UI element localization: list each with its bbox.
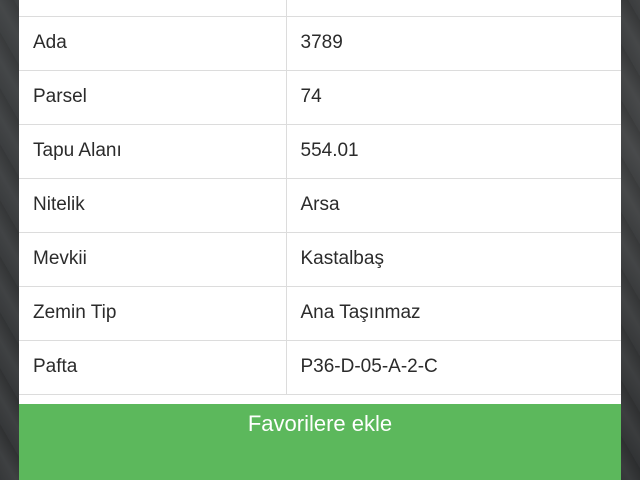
row-label-mevkii: Mevkii xyxy=(19,232,287,287)
table-row: Ada 3789 xyxy=(19,16,621,71)
table-row: Zemin Tip Ana Taşınmaz xyxy=(19,286,621,341)
table-row: Mevkii Kastalbaş xyxy=(19,232,621,287)
table-row: Parsel 74 xyxy=(19,70,621,125)
row-label-tapu-alani: Tapu Alanı xyxy=(19,124,287,179)
row-label-pafta: Pafta xyxy=(19,340,287,395)
table-row: Tapu Alanı 554.01 xyxy=(19,124,621,179)
row-value-parsel: 74 xyxy=(286,70,621,125)
row-label-nitelik: Nitelik xyxy=(19,178,287,233)
table-row: Nitelik Arsa xyxy=(19,178,621,233)
row-label-ada: Ada xyxy=(19,16,287,71)
row-label-zemin-tip: Zemin Tip xyxy=(19,286,287,341)
row-label xyxy=(19,0,287,17)
row-value-mevkii: Kastalbaş xyxy=(286,232,621,287)
table-row: Pafta P36-D-05-A-2-C xyxy=(19,340,621,395)
row-value-zemin-tip: Ana Taşınmaz xyxy=(286,286,621,341)
parcel-info-table: Ada 3789 Parsel 74 Tapu Alanı 554.01 Nit… xyxy=(19,0,621,395)
parcel-info-sheet: Ada 3789 Parsel 74 Tapu Alanı 554.01 Nit… xyxy=(19,0,621,480)
row-value-pafta: P36-D-05-A-2-C xyxy=(286,340,621,395)
row-value-ada: 3789 xyxy=(286,16,621,71)
row-value-tapu-alani: 554.01 xyxy=(286,124,621,179)
row-value xyxy=(286,0,621,17)
row-label-parsel: Parsel xyxy=(19,70,287,125)
row-value-nitelik: Arsa xyxy=(286,178,621,233)
table-row xyxy=(19,0,621,17)
add-to-favorites-button[interactable]: Favorilere ekle xyxy=(19,404,621,480)
